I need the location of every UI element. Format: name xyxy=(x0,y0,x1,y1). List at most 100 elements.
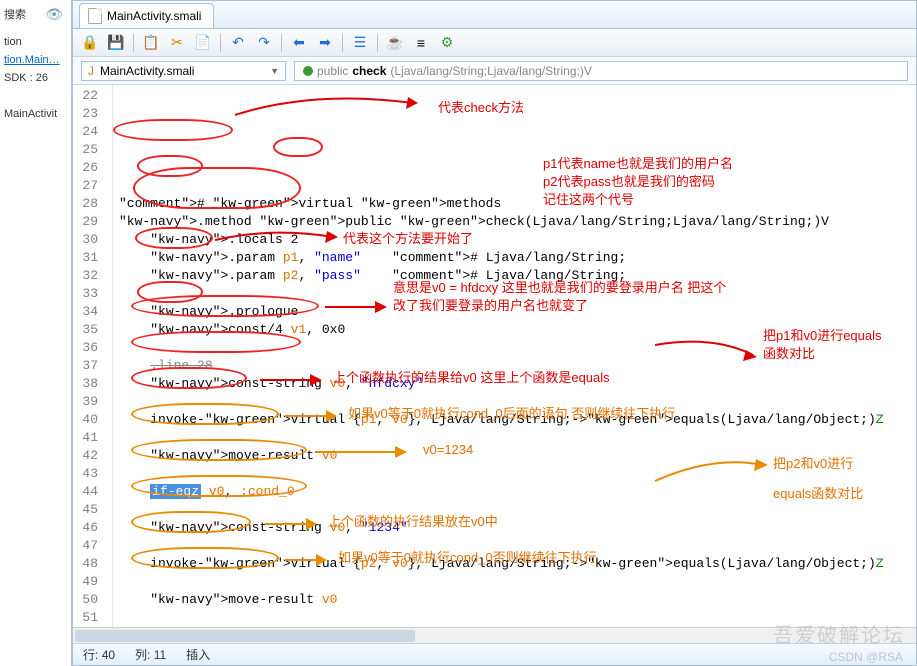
code-line[interactable]: "kw-navy">move-result v0 xyxy=(119,591,916,609)
redo-icon[interactable]: ↷ xyxy=(253,32,275,54)
status-row-label: 行: xyxy=(83,648,98,662)
separator xyxy=(281,34,282,52)
code-line[interactable] xyxy=(119,501,916,519)
code-line[interactable]: "kw-navy">.param p1, "name" "comment"># … xyxy=(119,249,916,267)
line-number: 32 xyxy=(73,267,98,285)
separator xyxy=(342,34,343,52)
code-line[interactable] xyxy=(119,285,916,303)
sidebar-item[interactable]: MainActivit xyxy=(4,108,67,120)
toolbar: 🔒 💾 📋 ✂ 📄 ↶ ↷ ⬅ ➡ ☰ ☕ ≡ ⚙ xyxy=(73,29,916,57)
separator xyxy=(133,34,134,52)
code-line[interactable]: "kw-navy">const-string v0, "1234" xyxy=(119,519,916,537)
line-number: 45 xyxy=(73,501,98,519)
paste-icon[interactable]: 📄 xyxy=(192,32,214,54)
line-number: 41 xyxy=(73,429,98,447)
java-file-icon: J xyxy=(88,64,94,78)
code-line[interactable] xyxy=(119,159,916,177)
line-number: 35 xyxy=(73,321,98,339)
line-number: 33 xyxy=(73,285,98,303)
sidebar-search[interactable]: 搜索 xyxy=(4,6,45,22)
file-icon xyxy=(88,8,102,24)
method-icon xyxy=(303,66,313,76)
line-number: 48 xyxy=(73,555,98,573)
code-line[interactable] xyxy=(119,573,916,591)
line-number: 25 xyxy=(73,141,98,159)
code-line[interactable]: if-eqz v0, :cond_0 xyxy=(119,483,916,501)
line-number: 47 xyxy=(73,537,98,555)
line-number: 24 xyxy=(73,123,98,141)
line-number: 49 xyxy=(73,573,98,591)
save-icon[interactable]: 💾 xyxy=(105,32,127,54)
line-number: 29 xyxy=(73,213,98,231)
align-icon[interactable]: ≡ xyxy=(410,32,432,54)
settings-icon[interactable]: ⚙ xyxy=(436,32,458,54)
method-signature: (Ljava/lang/String;Ljava/lang/String;)V xyxy=(390,64,591,78)
status-col-label: 列: xyxy=(135,648,150,662)
back-icon[interactable]: ⬅ xyxy=(288,32,310,54)
code-line[interactable] xyxy=(119,393,916,411)
sidebar-item: SDK : 26 xyxy=(4,72,67,84)
line-number: 38 xyxy=(73,375,98,393)
line-number: 42 xyxy=(73,447,98,465)
separator xyxy=(220,34,221,52)
code-line[interactable]: "kw-navy">.prologue xyxy=(119,303,916,321)
code-line[interactable] xyxy=(119,177,916,195)
horizontal-scrollbar[interactable] xyxy=(73,627,916,643)
code-line[interactable]: invoke-"kw-green">virtual {p1, v0}, Ljav… xyxy=(119,411,916,429)
tab-bar: MainActivity.smali xyxy=(73,1,916,29)
code-line[interactable]: "kw-navy">.method "kw-green">public "kw-… xyxy=(119,213,916,231)
code-line[interactable]: invoke-"kw-green">virtual {p2, v0}, Ljav… xyxy=(119,555,916,573)
code-line[interactable]: "kw-navy">const/4 v1, 0x0 xyxy=(119,321,916,339)
line-number: 27 xyxy=(73,177,98,195)
line-number: 44 xyxy=(73,483,98,501)
code-area[interactable]: "comment"># "kw-green">virtual "kw-green… xyxy=(113,85,916,627)
line-number: 51 xyxy=(73,609,98,627)
undo-icon[interactable]: ↶ xyxy=(227,32,249,54)
sidebar-item[interactable]: tion xyxy=(4,36,67,48)
code-line[interactable] xyxy=(119,609,916,627)
code-line[interactable] xyxy=(119,429,916,447)
main-panel: MainActivity.smali 🔒 💾 📋 ✂ 📄 ↶ ↷ ⬅ ➡ ☰ ☕… xyxy=(72,0,917,666)
visibility-icon[interactable]: 👁 xyxy=(45,6,63,23)
line-number: 36 xyxy=(73,339,98,357)
code-line[interactable]: "kw-navy">move-result v0 xyxy=(119,447,916,465)
scroll-thumb[interactable] xyxy=(75,630,415,642)
sidebar-item[interactable]: tion.Main… xyxy=(4,54,67,66)
line-number: 23 xyxy=(73,105,98,123)
editor[interactable]: 2223242526272829303132333435363738394041… xyxy=(73,85,916,627)
code-line[interactable]: "comment"># "kw-green">virtual "kw-green… xyxy=(119,195,916,213)
code-line[interactable] xyxy=(119,537,916,555)
tab-active[interactable]: MainActivity.smali xyxy=(79,3,214,28)
line-number: 31 xyxy=(73,249,98,267)
code-line[interactable]: .line 28 xyxy=(119,357,916,375)
copy-icon[interactable]: 📋 xyxy=(140,32,162,54)
tree-icon[interactable]: ☰ xyxy=(349,32,371,54)
method-modifier: public xyxy=(317,64,348,78)
line-gutter: 2223242526272829303132333435363738394041… xyxy=(73,85,113,627)
code-line[interactable] xyxy=(119,465,916,483)
cut-icon[interactable]: ✂ xyxy=(166,32,188,54)
line-number: 46 xyxy=(73,519,98,537)
lock-icon[interactable]: 🔒 xyxy=(79,32,101,54)
line-number: 50 xyxy=(73,591,98,609)
annotation: 代表check方法 xyxy=(438,99,524,117)
separator xyxy=(377,34,378,52)
code-line[interactable]: "kw-navy">const-string v0, "hfdcxy" xyxy=(119,375,916,393)
line-number: 30 xyxy=(73,231,98,249)
method-dropdown[interactable]: public check (Ljava/lang/String;Ljava/la… xyxy=(294,61,908,81)
java-icon[interactable]: ☕ xyxy=(384,32,406,54)
file-dropdown-label: MainActivity.smali xyxy=(100,64,194,78)
status-col: 11 xyxy=(154,648,166,662)
file-dropdown[interactable]: J MainActivity.smali ▼ xyxy=(81,61,286,81)
method-name: check xyxy=(352,64,386,78)
forward-icon[interactable]: ➡ xyxy=(314,32,336,54)
status-mode: 插入 xyxy=(186,646,210,663)
chevron-down-icon: ▼ xyxy=(270,66,279,76)
code-line[interactable]: "kw-navy">.param p2, "pass" "comment"># … xyxy=(119,267,916,285)
line-number: 26 xyxy=(73,159,98,177)
breadcrumb: J MainActivity.smali ▼ public check (Lja… xyxy=(73,57,916,85)
code-line[interactable]: "kw-navy">.locals 2 xyxy=(119,231,916,249)
line-number: 37 xyxy=(73,357,98,375)
code-line[interactable] xyxy=(119,339,916,357)
line-number: 22 xyxy=(73,87,98,105)
